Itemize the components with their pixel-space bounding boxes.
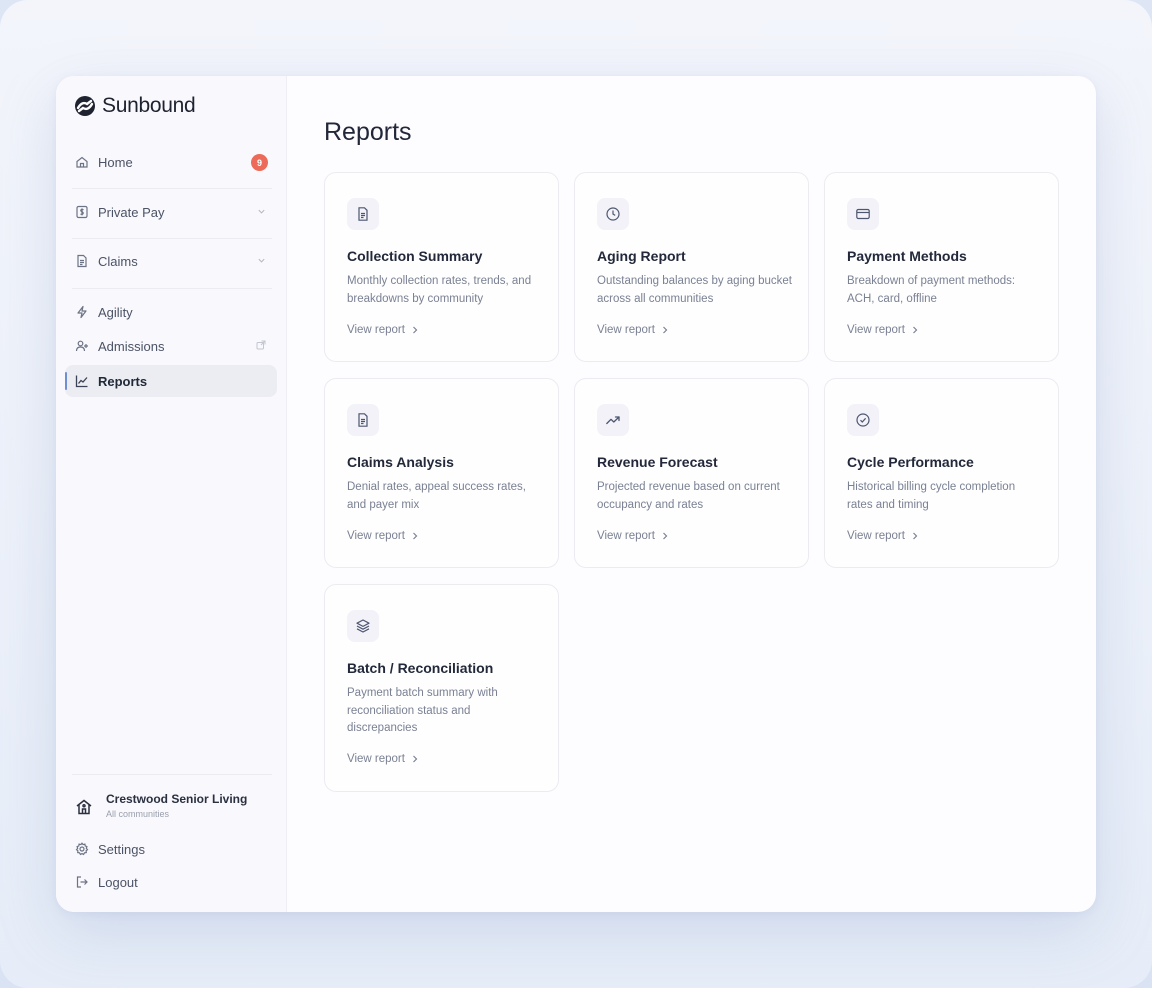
- sidebar-item-admissions[interactable]: Admissions: [65, 330, 277, 362]
- report-card-payment-methods[interactable]: Payment Methods Breakdown of payment met…: [824, 172, 1059, 362]
- brand-logo[interactable]: Sunbound: [74, 94, 196, 118]
- chevron-right-icon: [413, 532, 418, 540]
- view-report-link[interactable]: View report: [597, 530, 669, 542]
- sidebar-item-settings[interactable]: Settings: [65, 833, 277, 865]
- report-card-collection-summary[interactable]: Collection Summary Monthly collection ra…: [324, 172, 559, 362]
- report-card-cycle-performance[interactable]: Cycle Performance Historical billing cyc…: [824, 378, 1059, 568]
- sidebar-item-agility[interactable]: Agility: [65, 296, 277, 328]
- divider: [72, 774, 272, 775]
- organization-name: Crestwood Senior Living: [106, 792, 248, 806]
- building-icon: [76, 799, 92, 815]
- sidebar-item-reports[interactable]: Reports: [65, 365, 277, 397]
- view-report-link[interactable]: View report: [347, 324, 419, 336]
- divider: [72, 238, 272, 239]
- chevron-down-icon[interactable]: [255, 254, 267, 266]
- chevron-right-icon: [413, 755, 418, 763]
- sidebar-item-label: Admissions: [98, 338, 165, 354]
- chevron-right-icon: [913, 326, 918, 334]
- link-label: View report: [597, 324, 655, 336]
- view-report-link[interactable]: View report: [597, 324, 669, 336]
- sidebar-item-label: Reports: [98, 373, 148, 389]
- credit-card-icon: [847, 198, 879, 230]
- divider: [72, 188, 272, 189]
- organization-switcher[interactable]: Crestwood Senior Living All communities: [74, 792, 247, 819]
- card-title: Batch / Reconciliation: [347, 660, 494, 676]
- chevron-right-icon: [913, 532, 918, 540]
- bolt-icon: [75, 305, 89, 319]
- user-plus-icon: [75, 339, 89, 353]
- sidebar-item-label: Claims: [98, 253, 138, 269]
- report-card-batch-reconciliation[interactable]: Batch / Reconciliation Payment batch sum…: [324, 584, 559, 792]
- card-title: Revenue Forecast: [597, 454, 718, 470]
- app-window: Sunbound Home 9 Private Pay Claims Agili…: [56, 76, 1096, 912]
- card-description: Denial rates, appeal success rates, and …: [347, 481, 526, 511]
- card-title: Claims Analysis: [347, 454, 454, 470]
- logout-icon: [75, 875, 89, 889]
- sidebar-item-claims[interactable]: Claims: [65, 245, 277, 277]
- settings-label: Settings: [98, 841, 145, 857]
- report-card-aging-report[interactable]: Aging Report Outstanding balances by agi…: [574, 172, 809, 362]
- gear-icon: [75, 842, 89, 856]
- card-description: Historical billing cycle completion rate…: [847, 481, 1016, 511]
- view-report-link[interactable]: View report: [347, 753, 419, 765]
- logout-label: Logout: [98, 874, 138, 890]
- document-icon: [347, 404, 379, 436]
- main-content: Reports Collection Summary Monthly colle…: [287, 76, 1096, 912]
- sidebar-item-home[interactable]: Home 9: [65, 146, 277, 178]
- sidebar-item-label: Home: [98, 154, 133, 170]
- chevron-right-icon: [413, 326, 418, 334]
- document-icon: [347, 198, 379, 230]
- report-card-revenue-forecast[interactable]: Revenue Forecast Projected revenue based…: [574, 378, 809, 568]
- chart-line-icon: [75, 374, 89, 388]
- card-description: Breakdown of payment methods: ACH, card,…: [847, 275, 1016, 305]
- view-report-link[interactable]: View report: [847, 324, 919, 336]
- sidebar-item-logout[interactable]: Logout: [65, 866, 277, 898]
- notification-badge: 9: [251, 154, 268, 171]
- check-circle-icon: [847, 404, 879, 436]
- divider: [72, 288, 272, 289]
- dollar-doc-icon: [75, 205, 89, 219]
- external-link-icon[interactable]: [255, 339, 267, 351]
- trending-up-icon: [597, 404, 629, 436]
- sidebar-item-label: Agility: [98, 304, 133, 320]
- organization-scope: All communities: [106, 809, 170, 819]
- layers-icon: [347, 610, 379, 642]
- card-description: Projected revenue based on current occup…: [597, 481, 780, 511]
- chevron-right-icon: [663, 532, 668, 540]
- card-title: Collection Summary: [347, 248, 483, 264]
- view-report-link[interactable]: View report: [347, 530, 419, 542]
- sidebar-item-label: Private Pay: [98, 204, 165, 220]
- brand-name: Sunbound: [102, 94, 196, 117]
- link-label: View report: [597, 530, 655, 542]
- clock-icon: [597, 198, 629, 230]
- link-label: View report: [347, 324, 405, 336]
- card-title: Cycle Performance: [847, 454, 974, 470]
- chevron-down-icon[interactable]: [255, 205, 267, 217]
- document-icon: [75, 254, 89, 268]
- sidebar: Sunbound Home 9 Private Pay Claims Agili…: [56, 76, 287, 912]
- card-description: Monthly collection rates, trends, and br…: [347, 275, 532, 305]
- link-label: View report: [847, 530, 905, 542]
- page-title: Reports: [324, 118, 412, 146]
- card-description: Payment batch summary with reconciliatio…: [347, 687, 498, 734]
- view-report-link[interactable]: View report: [847, 530, 919, 542]
- link-label: View report: [347, 530, 405, 542]
- card-title: Payment Methods: [847, 248, 967, 264]
- sunbound-logo-icon: [75, 96, 95, 116]
- home-icon: [75, 155, 89, 169]
- card-description: Outstanding balances by aging bucket acr…: [597, 275, 792, 305]
- link-label: View report: [847, 324, 905, 336]
- sidebar-item-private-pay[interactable]: Private Pay: [65, 196, 277, 228]
- card-title: Aging Report: [597, 248, 686, 264]
- link-label: View report: [347, 753, 405, 765]
- report-card-claims-analysis[interactable]: Claims Analysis Denial rates, appeal suc…: [324, 378, 559, 568]
- chevron-right-icon: [663, 326, 668, 334]
